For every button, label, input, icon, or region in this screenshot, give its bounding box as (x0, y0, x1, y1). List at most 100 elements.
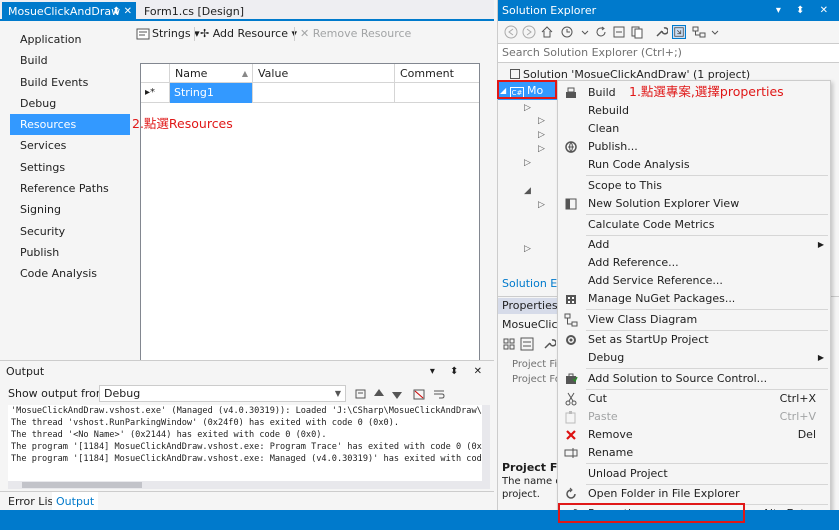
column-header-comment[interactable]: Comment (395, 64, 479, 83)
tree-expander-icon[interactable]: ▷ (538, 200, 545, 210)
chevron-down-icon[interactable] (708, 25, 722, 39)
nav-signing[interactable]: Signing (10, 199, 130, 220)
menu-item-rebuild[interactable]: Rebuild (558, 102, 830, 120)
menu-item-new-solution-explorer-view[interactable]: New Solution Explorer View (558, 195, 830, 213)
menu-divider (586, 463, 828, 464)
menu-item-unload-project[interactable]: Unload Project (558, 465, 830, 483)
solution-explorer-title-bar: Solution Explorer ▾ ⬍ ✕ (498, 0, 839, 21)
menu-item-add-reference[interactable]: Add Reference... (558, 254, 830, 272)
tab-output[interactable]: Output (52, 492, 99, 511)
annotation-step1: 1.點選專案,選擇properties (629, 84, 784, 99)
cell-name[interactable]: String1 (170, 83, 253, 103)
tab-solution-explorer[interactable]: Solution Explor (498, 276, 558, 292)
strings-dropdown[interactable]: Strings ▾ (152, 23, 200, 45)
menu-item-add-solution-to-source-control[interactable]: Add Solution to Source Control... (558, 370, 830, 388)
strings-icon (136, 23, 150, 41)
categorized-icon[interactable] (502, 337, 516, 351)
chevron-down-icon[interactable] (578, 25, 592, 39)
clear-all-icon[interactable] (412, 387, 426, 401)
find-message-icon[interactable] (354, 387, 368, 401)
collapse-all-icon[interactable] (612, 25, 626, 39)
nav-build-events[interactable]: Build Events (10, 72, 130, 93)
home-icon[interactable] (540, 25, 554, 39)
refresh-icon[interactable] (594, 25, 608, 39)
menu-item-debug[interactable]: Debug ▶ (558, 349, 830, 367)
properties-title: Properties (498, 298, 558, 314)
nav-services[interactable]: Services (10, 135, 130, 156)
nav-build[interactable]: Build (10, 50, 130, 71)
previous-message-icon[interactable] (372, 387, 386, 401)
property-row[interactable]: Project Fo (512, 374, 558, 387)
tree-expander-icon[interactable]: ▷ (538, 130, 545, 140)
tab-project-properties[interactable]: MosueClickAndDraw ⬍ ✕ (2, 2, 136, 21)
nav-resources[interactable]: Resources (10, 114, 130, 136)
solution-explorer-search-input[interactable]: Search Solution Explorer (Ctrl+;) (498, 43, 839, 63)
table-row[interactable]: ▸* String1 (141, 83, 479, 103)
alphabetical-icon[interactable] (520, 337, 534, 351)
show-output-from-select[interactable]: Debug ▼ (99, 385, 346, 402)
next-message-icon[interactable] (390, 387, 404, 401)
tab-form1-design[interactable]: Form1.cs [Design] (138, 2, 258, 21)
menu-item-calculate-code-metrics[interactable]: Calculate Code Metrics (558, 216, 830, 234)
forward-icon[interactable] (522, 25, 536, 39)
nav-code-analysis[interactable]: Code Analysis (10, 263, 130, 284)
back-icon[interactable] (504, 25, 518, 39)
scrollbar-thumb[interactable] (22, 482, 142, 488)
tree-expander-icon[interactable]: ▷ (538, 144, 545, 154)
menu-item-add-service-reference[interactable]: Add Service Reference... (558, 272, 830, 290)
wrench-icon[interactable] (542, 337, 556, 351)
column-header-value[interactable]: Value (253, 64, 395, 83)
menu-item-scope-to-this[interactable]: Scope to This (558, 177, 830, 195)
panel-controls-icon[interactable]: ▾ ⬍ ✕ (430, 361, 488, 383)
show-all-files-icon[interactable] (630, 25, 644, 39)
menu-item-cut[interactable]: Cut Ctrl+X (558, 390, 830, 408)
nav-debug[interactable]: Debug (10, 93, 130, 114)
tree-expander-icon[interactable]: ▷ (538, 116, 545, 126)
menu-item-manage-nuget-packages[interactable]: Manage NuGet Packages... (558, 290, 830, 308)
menu-item-view-class-diagram[interactable]: View Class Diagram (558, 311, 830, 329)
output-vertical-scrollbar[interactable] (482, 405, 490, 489)
remove-resource-icon: ✕ (300, 27, 310, 40)
row-marker: ▸* (141, 83, 170, 103)
menu-item-publish[interactable]: Publish... (558, 138, 830, 156)
preview-selected-items-icon[interactable] (672, 25, 686, 39)
word-wrap-icon[interactable] (432, 387, 446, 401)
chevron-down-icon: ▼ (334, 389, 341, 398)
cell-value[interactable] (253, 83, 395, 103)
add-resource-button[interactable]: ✢ Add Resource ▾ (200, 23, 297, 45)
menu-item-remove[interactable]: Remove Del (558, 426, 830, 444)
tree-expander-icon[interactable]: ▷ (524, 158, 531, 168)
output-text[interactable]: 'MosueClickAndDraw.vshost.exe' (Managed … (8, 405, 482, 489)
nav-publish[interactable]: Publish (10, 242, 130, 263)
tree-expander-icon[interactable]: ▷ (524, 244, 531, 254)
class-diagram-icon (564, 313, 578, 327)
column-header-name[interactable]: Name ▲ (170, 64, 253, 83)
cell-comment[interactable] (395, 83, 479, 103)
remove-resource-button[interactable]: ✕ Remove Resource (300, 23, 411, 45)
property-row[interactable]: Project File (512, 359, 558, 372)
wrench-icon[interactable] (654, 25, 668, 39)
menu-item-open-folder-in-file-explorer[interactable]: Open Folder in File Explorer (558, 485, 830, 503)
menu-item-clean[interactable]: Clean (558, 120, 830, 138)
history-icon[interactable] (560, 25, 574, 39)
source-control-icon (564, 372, 578, 386)
nav-reference-paths[interactable]: Reference Paths (10, 178, 130, 199)
menu-item-rename[interactable]: Rename (558, 444, 830, 462)
menu-item-set-as-startup-project[interactable]: Set as StartUp Project (558, 331, 830, 349)
nav-settings[interactable]: Settings (10, 157, 130, 178)
properties-object-name[interactable]: MosueClick (502, 318, 558, 332)
menu-item-run-code-analysis[interactable]: Run Code Analysis (558, 156, 830, 174)
tree-expander-icon[interactable]: ▷ (524, 103, 531, 113)
nav-security[interactable]: Security (10, 221, 130, 242)
menu-item-label: New Solution Explorer View (588, 197, 740, 210)
menu-item-add[interactable]: Add ▶ (558, 236, 830, 254)
menu-item-label: Rebuild (588, 104, 629, 117)
open-folder-icon (564, 487, 578, 501)
output-horizontal-scrollbar[interactable] (8, 481, 482, 489)
menu-item-paste[interactable]: Paste Ctrl+V (558, 408, 830, 426)
panel-controls-icon[interactable]: ▾ ⬍ ✕ (776, 0, 834, 21)
tree-expander-icon[interactable]: ◢ (524, 186, 531, 196)
nav-application[interactable]: Application (10, 29, 130, 50)
class-view-icon[interactable] (692, 25, 706, 39)
tab-close-icon[interactable]: ⬍ ✕ (112, 2, 132, 21)
